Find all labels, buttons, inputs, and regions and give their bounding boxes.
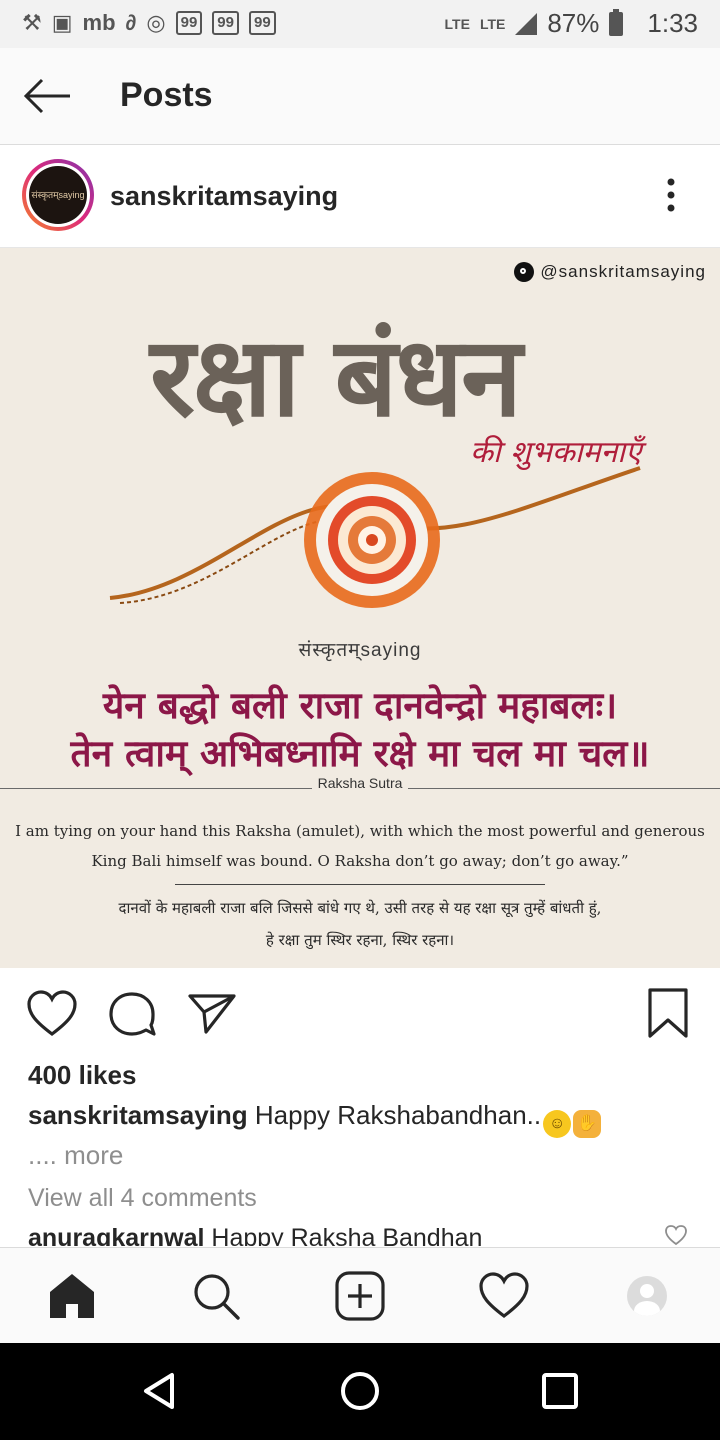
comment-preview: anuragkarnwal Happy Raksha Bandhan (28, 1224, 668, 1246)
avatar[interactable]: संस्कृतम्saying (22, 159, 94, 231)
image-handle: @sanskritamsaying (514, 262, 706, 282)
divider (175, 884, 545, 885)
caption-more-link[interactable]: .... more (28, 1140, 123, 1171)
page-title: Posts (120, 76, 213, 114)
post-image[interactable]: @sanskritamsaying रक्षा बंधन की शुभकामना… (0, 248, 720, 968)
rakhi-illustration (109, 466, 641, 608)
clock: 1:33 (647, 8, 698, 38)
english-translation-2: King Bali himself was bound. O Raksha do… (91, 852, 629, 870)
back-triangle-icon[interactable] (138, 1369, 182, 1413)
raksha-sutra-label: Raksha Sutra (0, 775, 720, 791)
activity-heart-icon[interactable] (478, 1270, 530, 1322)
instagram-icon (514, 262, 535, 282)
like-heart-icon[interactable] (26, 988, 78, 1040)
post-username[interactable]: sanskritamsaying (110, 181, 338, 212)
more-options-icon[interactable] (656, 175, 686, 215)
volte-indicator: LTE (444, 15, 470, 32)
home-circle-icon[interactable] (338, 1369, 382, 1413)
hindi-translation-1: दानवों के महाबली राजा बलि जिससे बांधे गए… (118, 899, 602, 917)
link-icon: ∂ (125, 10, 137, 35)
notification-badge: 99 (212, 11, 239, 35)
image-brand: संस्कृतम्saying (298, 640, 422, 661)
hindi-translation-2: हे रक्षा तुम स्थिर रहना, स्थिर रहना। (265, 931, 455, 949)
comment-icon[interactable] (106, 988, 158, 1040)
new-post-icon[interactable] (334, 1270, 386, 1322)
view-all-comments-link[interactable]: View all 4 comments (28, 1184, 257, 1213)
comment-username[interactable]: anuragkarnwal (28, 1224, 204, 1246)
shloka-line-1: येन बद्धो बली राजा दानवेन्द्रो महाबलः। (102, 683, 618, 727)
top-app-bar: Posts (0, 48, 720, 145)
notification-badge: 99 (175, 11, 203, 35)
image-handle-text: @sanskritamsaying (540, 262, 706, 281)
status-bar: ⚒ ▣ mb ∂ ◎ 99 99 99 LTE LTE 87% 1:33 (0, 0, 720, 48)
share-icon[interactable] (186, 988, 238, 1040)
bottom-navigation (0, 1247, 720, 1344)
home-icon[interactable] (46, 1270, 98, 1322)
image-title: रक्षा बंधन (150, 312, 522, 441)
mb-icon: mb (82, 10, 116, 35)
battery-percent: 87% (547, 8, 600, 38)
back-arrow-icon[interactable] (22, 74, 74, 118)
caption-text: Happy Rakshabandhan.. (247, 1100, 542, 1130)
post-header: संस्कृतम्saying sanskritamsaying (0, 145, 720, 248)
system-navigation-bar (0, 1343, 720, 1440)
folded-hands-emoji-icon: ✋ (573, 1110, 602, 1138)
battery-icon (609, 8, 624, 36)
signal-icon (515, 12, 538, 35)
comment-like-heart-icon[interactable] (664, 1224, 688, 1246)
caption-username[interactable]: sanskritamsaying (28, 1100, 248, 1130)
shopping-icon: ▣ (51, 10, 73, 35)
notification-badge: 99 (248, 11, 276, 35)
shloka-line-2: तेन त्वाम् अभिबध्नामि रक्षे मा चल मा चल॥ (70, 731, 650, 775)
english-translation-1: I am tying on your hand this Raksha (amu… (15, 822, 705, 840)
post-caption: sanskritamsaying Happy Rakshabandhan.. ☺ ✋ (28, 1100, 602, 1138)
comment-text: Happy Raksha Bandhan (204, 1224, 483, 1246)
recents-square-icon[interactable] (538, 1369, 582, 1413)
smile-emoji-icon: ☺ (543, 1110, 572, 1138)
lte-indicator: LTE (479, 15, 506, 32)
bookmark-icon[interactable] (642, 988, 694, 1040)
likes-count[interactable]: 400 likes (28, 1060, 136, 1091)
app-icon: ◎ (146, 10, 166, 35)
profile-avatar[interactable] (627, 1276, 667, 1316)
avatar-image: संस्कृतम्saying (29, 166, 87, 224)
settings-icon: ⚒ (22, 10, 42, 35)
search-icon[interactable] (190, 1270, 242, 1322)
